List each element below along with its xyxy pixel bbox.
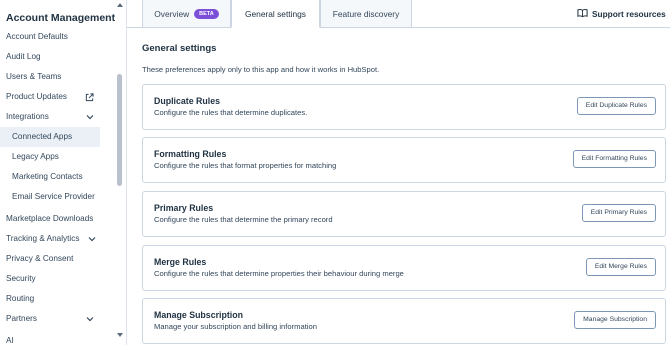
book-icon xyxy=(577,8,588,20)
tab-feature-discovery[interactable]: Feature discovery xyxy=(320,0,412,28)
sidebar-scrollbar-thumb[interactable] xyxy=(117,74,122,186)
sidebar-item-label: Account Defaults xyxy=(6,32,68,41)
settings-card-primary-rules: Primary Rules Configure the rules that d… xyxy=(142,191,666,237)
sidebar-item-label: Email Service Provider xyxy=(12,192,95,201)
card-title: Merge Rules xyxy=(154,257,207,267)
settings-card-formatting-rules: Formatting Rules Configure the rules tha… xyxy=(142,137,666,183)
sidebar-item-marketing-contacts[interactable]: Marketing Contacts xyxy=(0,167,100,187)
settings-card-merge-rules: Merge Rules Configure the rules that det… xyxy=(142,245,666,291)
sidebar-item-label: Legacy Apps xyxy=(12,152,59,161)
edit-duplicate-rules-button[interactable]: Edit Duplicate Rules xyxy=(576,97,656,115)
sidebar-item-label: AI xyxy=(6,336,14,345)
sidebar-item-users-teams[interactable]: Users & Teams xyxy=(0,67,100,87)
sidebar-item-label: Audit Log xyxy=(6,52,41,61)
tab-general-settings[interactable]: General settings xyxy=(231,0,320,28)
chevron-down-icon xyxy=(86,309,94,329)
card-description: Configure the rules that determine prope… xyxy=(154,269,404,278)
card-description: Configure the rules that determine dupli… xyxy=(154,108,308,117)
sidebar-title: Account Management xyxy=(6,12,116,24)
sidebar-item-label: Marketing Contacts xyxy=(12,172,83,181)
sidebar-item-label: Privacy & Consent xyxy=(6,254,74,263)
sidebar-item-tracking-analytics[interactable]: Tracking & Analytics xyxy=(0,229,100,249)
sidebar-item-label: Security xyxy=(6,274,36,283)
card-title: Formatting Rules xyxy=(154,149,227,159)
page-title: General settings xyxy=(142,43,217,54)
chevron-up-icon xyxy=(86,107,94,127)
card-title: Primary Rules xyxy=(154,203,214,213)
sidebar-item-routing[interactable]: Routing xyxy=(0,289,100,309)
chevron-down-icon xyxy=(88,229,96,249)
sidebar-item-email-service-provider[interactable]: Email Service Provider xyxy=(0,187,100,207)
sidebar-item-security[interactable]: Security xyxy=(0,269,100,289)
sidebar-item-label: Integrations xyxy=(6,112,49,121)
support-resources-link[interactable]: Support resources xyxy=(577,8,666,20)
edit-formatting-rules-button[interactable]: Edit Formatting Rules xyxy=(572,150,656,168)
sidebar-item-marketplace-downloads[interactable]: Marketplace Downloads xyxy=(0,209,100,229)
card-title: Duplicate Rules xyxy=(154,96,220,106)
sidebar-item-integrations[interactable]: Integrations xyxy=(0,107,100,127)
sidebar-item-label: Partners xyxy=(6,314,37,323)
settings-card-duplicate-rules: Duplicate Rules Configure the rules that… xyxy=(142,84,666,130)
sidebar-item-label: Connected Apps xyxy=(12,132,73,141)
edit-primary-rules-button[interactable]: Edit Primary Rules xyxy=(581,204,656,222)
sidebar-item-label: Tracking & Analytics xyxy=(6,234,80,243)
external-link-icon xyxy=(85,87,94,107)
sidebar-item-legacy-apps[interactable]: Legacy Apps xyxy=(0,147,100,167)
beta-badge: BETA xyxy=(194,8,219,19)
card-description: Configure the rules that format properti… xyxy=(154,161,337,170)
sidebar-item-privacy-consent[interactable]: Privacy & Consent xyxy=(0,249,100,269)
sidebar-item-label: Product Updates xyxy=(6,92,67,101)
card-title: Manage Subscription xyxy=(154,310,243,320)
edit-merge-rules-button[interactable]: Edit Merge Rules xyxy=(585,258,656,276)
sidebar-item-account-defaults[interactable]: Account Defaults xyxy=(0,27,100,47)
tab-overview[interactable]: Overview BETA xyxy=(142,0,231,28)
support-resources-label: Support resources xyxy=(592,9,666,19)
settings-card-manage-subscription: Manage Subscription Manage your subscrip… xyxy=(142,298,666,344)
card-description: Manage your subscription and billing inf… xyxy=(154,322,317,331)
scroll-up-arrow-icon[interactable] xyxy=(116,2,123,8)
sidebar-item-label: Marketplace Downloads xyxy=(6,214,94,223)
tab-label: Feature discovery xyxy=(332,8,400,19)
manage-subscription-button[interactable]: Manage Subscription xyxy=(574,311,656,329)
sidebar-item-connected-apps[interactable]: Connected Apps xyxy=(0,127,100,147)
card-description: Configure the rules that determine the p… xyxy=(154,215,333,224)
sidebar: Account Management Account Defaults Audi… xyxy=(0,0,127,345)
sidebar-item-partners[interactable]: Partners xyxy=(0,309,100,329)
sidebar-item-ai[interactable]: AI xyxy=(0,331,100,345)
scroll-down-arrow-icon[interactable] xyxy=(116,332,123,338)
sidebar-item-audit-log[interactable]: Audit Log xyxy=(0,47,100,67)
tab-label: General settings xyxy=(245,8,306,19)
page-description: These preferences apply only to this app… xyxy=(142,65,380,74)
sidebar-item-label: Routing xyxy=(6,294,35,303)
tab-label: Overview xyxy=(154,8,190,19)
sidebar-item-label: Users & Teams xyxy=(6,72,62,81)
sidebar-item-product-updates[interactable]: Product Updates xyxy=(0,87,100,107)
